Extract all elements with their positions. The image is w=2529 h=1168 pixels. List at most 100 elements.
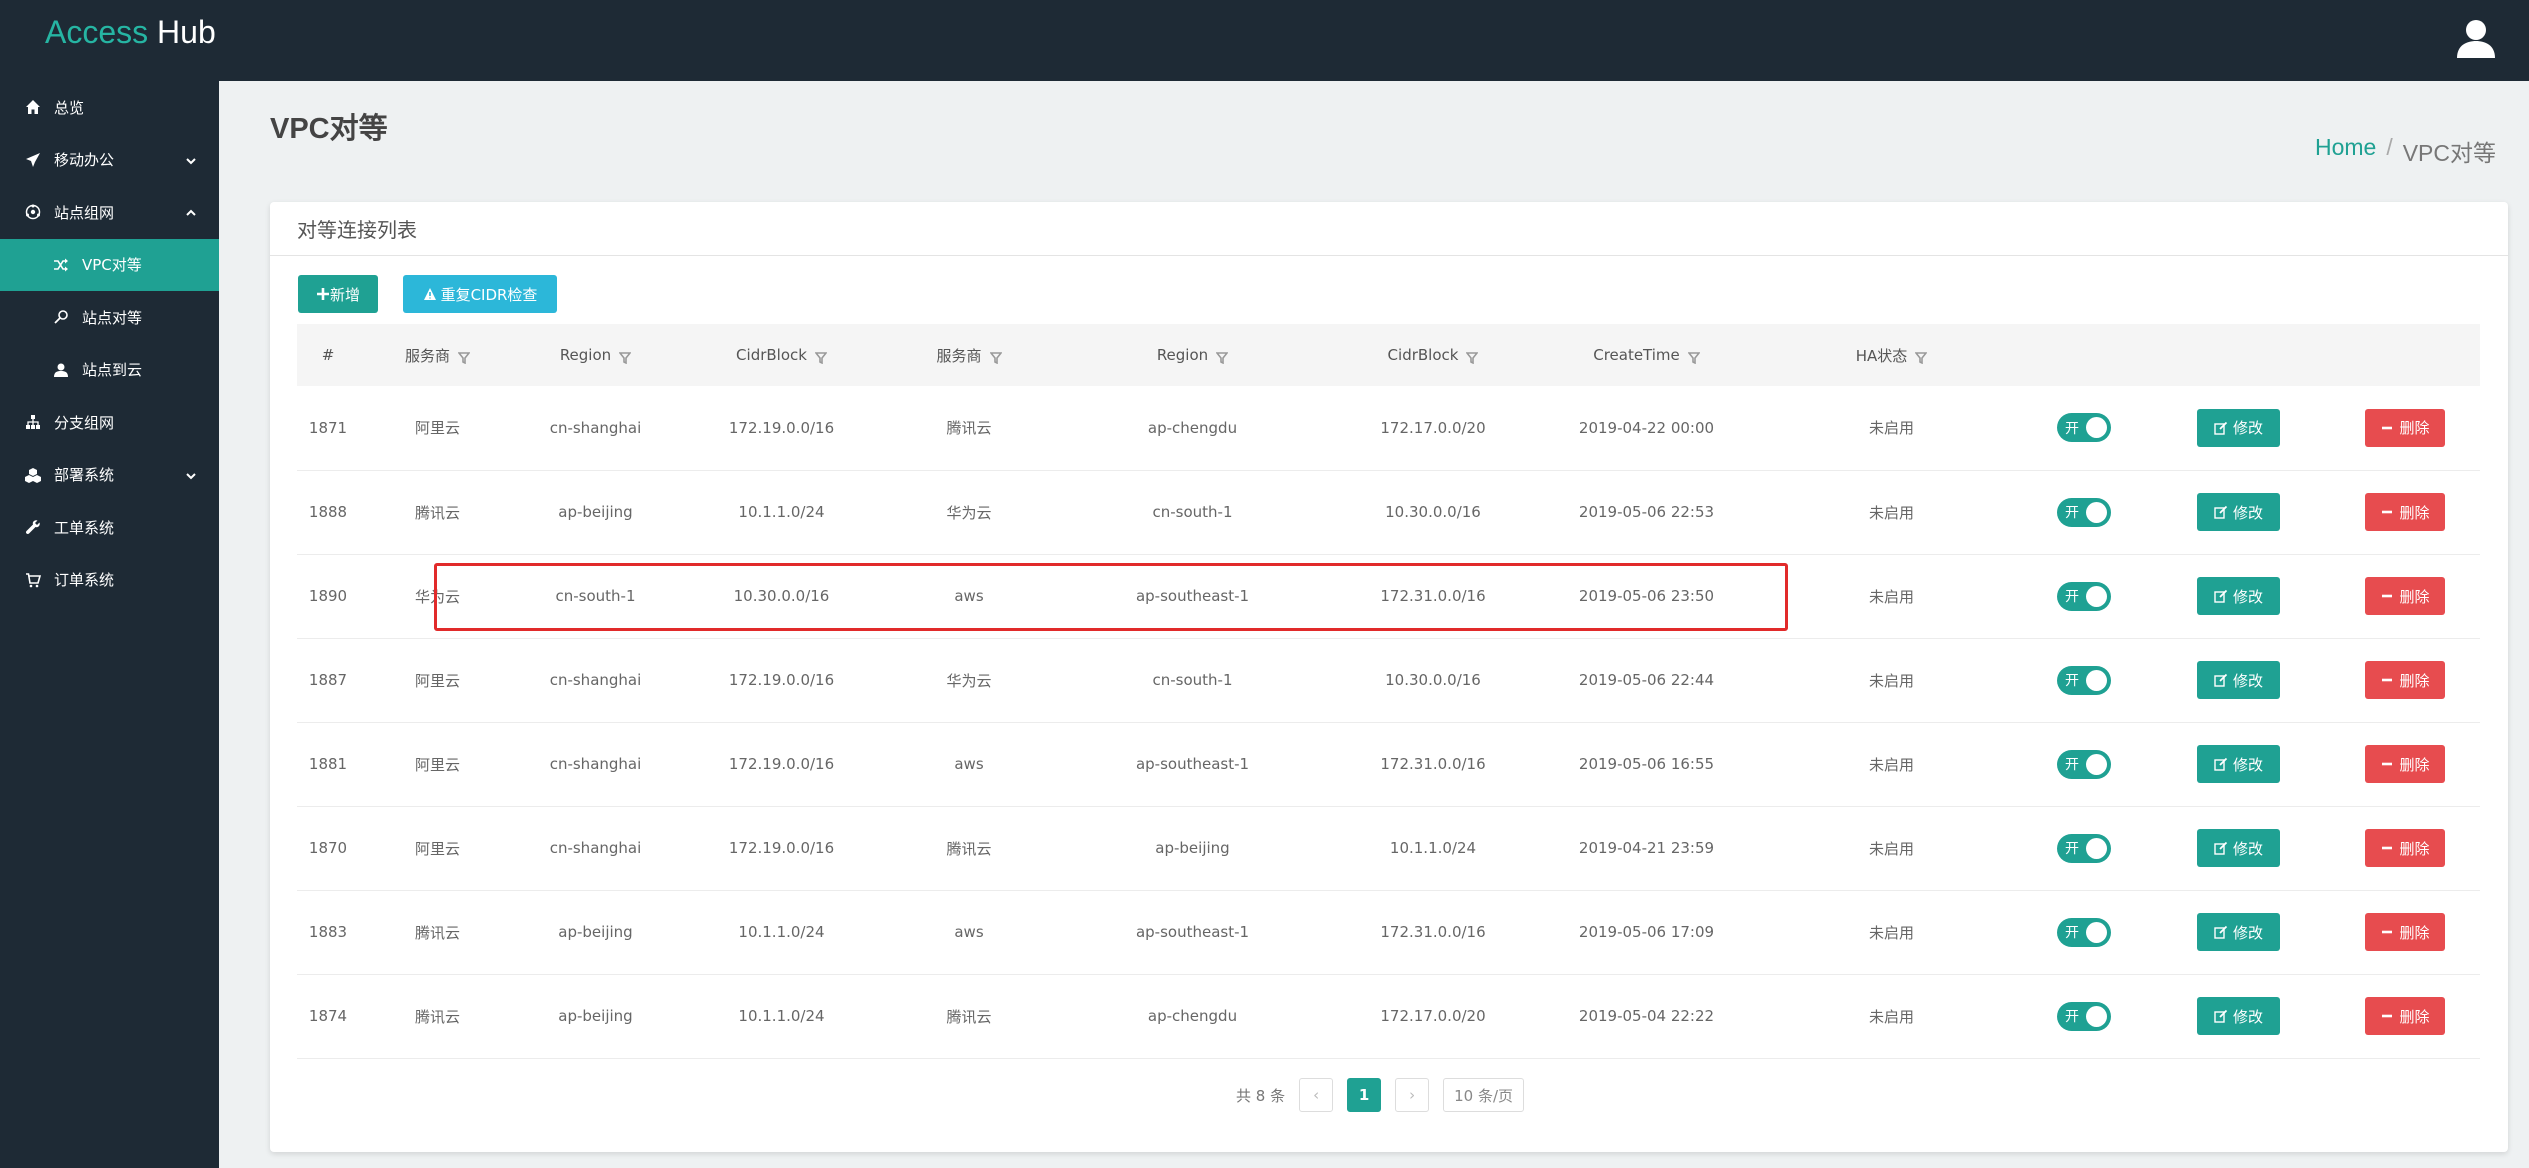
- filter-icon[interactable]: [1914, 350, 1928, 365]
- duplicate-cidr-check-button[interactable]: 重复CIDR检查: [403, 275, 557, 313]
- sidebar-item-4[interactable]: 站点对等: [0, 291, 219, 344]
- filter-icon[interactable]: [1687, 350, 1701, 364]
- filter-icon[interactable]: [1465, 350, 1480, 364]
- edit-button[interactable]: 修改: [2197, 408, 2280, 447]
- table-cell: 未启用: [1868, 503, 1914, 522]
- edit-button[interactable]: 修改: [2197, 997, 2280, 1035]
- table-cell: 172.17.0.0/20: [1380, 1007, 1486, 1025]
- edit-label: 修改: [2232, 1007, 2263, 1026]
- sidebar-item-3[interactable]: VPC对等: [0, 238, 219, 291]
- delete-cell: 删除: [2330, 806, 2480, 890]
- minus-icon: [2382, 762, 2393, 766]
- toggle-label: 开: [2065, 673, 2079, 689]
- sidebar-item-0[interactable]: 总览: [0, 81, 219, 134]
- pagination-page-1[interactable]: 1: [1347, 1078, 1382, 1112]
- edit-button[interactable]: 修改: [2197, 577, 2280, 615]
- table-cell: 华为云: [946, 671, 992, 690]
- edit-button[interactable]: 修改: [2197, 745, 2280, 783]
- toggle-knob: [2086, 753, 2107, 775]
- table-cell: 172.19.0.0/16: [728, 755, 835, 773]
- column-header-5[interactable]: Region: [1050, 324, 1335, 386]
- filter-icon[interactable]: [988, 350, 1003, 365]
- edit-label: 修改: [2232, 419, 2263, 438]
- table-cell: 172.31.0.0/16: [1380, 923, 1486, 941]
- filter-icon[interactable]: [618, 350, 632, 364]
- column-header-6[interactable]: CidrBlock: [1335, 324, 1531, 386]
- page-size-select[interactable]: 10 条/页: [1443, 1078, 1525, 1112]
- table-cell: 腾讯云: [414, 923, 460, 942]
- upload-icon: [52, 361, 70, 379]
- ha-toggle-switch[interactable]: 开: [2057, 413, 2111, 443]
- sidebar-item-label: VPC对等: [82, 256, 142, 275]
- edit-button[interactable]: 修改: [2197, 829, 2280, 867]
- table-cell: 1871: [308, 418, 348, 437]
- ha-toggle-switch[interactable]: 开: [2057, 665, 2111, 695]
- breadcrumb-current: VPC对等: [2402, 140, 2496, 166]
- sidebar-item-1[interactable]: 移动办公: [0, 134, 219, 187]
- table-cell: 华为云: [414, 587, 460, 606]
- delete-button[interactable]: 删除: [2365, 745, 2445, 783]
- sidebar-item-2[interactable]: 站点组网: [0, 186, 219, 239]
- table-header-row: # 服务商 Region CidrBlock 服务商 Region CidrBlock Cre…: [297, 324, 2480, 386]
- table-row: 1888 腾讯云 ap-beijing 10.1.1.0/24 华为云 cn-south-…: [297, 470, 2480, 554]
- delete-button[interactable]: 删除: [2365, 493, 2445, 531]
- delete-label: 删除: [2399, 755, 2430, 774]
- warning-icon: [423, 288, 436, 300]
- ha-toggle-switch[interactable]: 开: [2057, 1001, 2111, 1031]
- sidebar-item-8[interactable]: 工单系统: [0, 501, 219, 554]
- pagination-prev-button[interactable]: ‹: [1299, 1078, 1334, 1112]
- sidebar-item-6[interactable]: 分支组网: [0, 396, 219, 449]
- column-header-4[interactable]: 服务商: [888, 324, 1050, 386]
- add-button[interactable]: 新增: [298, 275, 378, 313]
- ha-toggle-switch[interactable]: 开: [2057, 581, 2111, 611]
- plane-icon: [24, 151, 42, 169]
- delete-button[interactable]: 删除: [2365, 661, 2445, 699]
- toggle-label: 开: [2065, 757, 2079, 773]
- table-cell: cn-south-1: [555, 587, 636, 605]
- minus-icon: [2382, 678, 2393, 682]
- page-title: VPC对等: [270, 113, 388, 145]
- filter-icon[interactable]: [1215, 350, 1229, 364]
- delete-button[interactable]: 删除: [2365, 829, 2445, 867]
- edit-button[interactable]: 修改: [2197, 661, 2280, 699]
- column-header-3[interactable]: CidrBlock: [675, 324, 888, 386]
- ha-toggle-switch[interactable]: 开: [2057, 497, 2111, 527]
- filter-icon[interactable]: [814, 350, 828, 364]
- column-header-1[interactable]: 服务商: [359, 324, 516, 386]
- column-header-8[interactable]: HA状态: [1762, 324, 2021, 386]
- ha-toggle-switch[interactable]: 开: [2057, 917, 2111, 947]
- edit-label: 修改: [2232, 587, 2263, 606]
- column-header-2[interactable]: Region: [516, 324, 675, 386]
- chevron-up-icon: [185, 205, 199, 219]
- toggle-cell: 开: [2021, 974, 2147, 1058]
- column-header-label: HA状态: [1855, 346, 1908, 365]
- delete-button[interactable]: 删除: [2365, 913, 2445, 951]
- table-cell: 10.30.0.0/16: [1385, 503, 1481, 521]
- user-avatar-icon[interactable]: [2455, 18, 2497, 60]
- toggle-label: 开: [2065, 505, 2079, 521]
- delete-button[interactable]: 删除: [2365, 997, 2445, 1035]
- top-bar: Access Hub: [0, 0, 2529, 81]
- breadcrumb-separator: /: [2386, 134, 2393, 160]
- breadcrumb-home-link[interactable]: Home: [2315, 134, 2376, 168]
- ha-toggle-switch[interactable]: 开: [2057, 833, 2111, 863]
- sidebar-item-label: 移动办公: [54, 151, 115, 170]
- edit-label: 修改: [2232, 503, 2263, 522]
- sidebar-item-label: 站点对等: [82, 308, 143, 327]
- table-cell: 阿里云: [414, 755, 460, 774]
- toggle-knob: [2086, 669, 2107, 691]
- delete-button[interactable]: 删除: [2365, 577, 2445, 615]
- sidebar-item-5[interactable]: 站点到云: [0, 344, 219, 397]
- delete-button[interactable]: 删除: [2365, 408, 2445, 447]
- ha-toggle-switch[interactable]: 开: [2057, 749, 2111, 779]
- sidebar-item-7[interactable]: 部署系统: [0, 449, 219, 502]
- brand-logo[interactable]: Access Hub: [45, 14, 216, 51]
- wrench-icon: [24, 518, 42, 536]
- pagination-next-button[interactable]: ›: [1395, 1078, 1430, 1112]
- table-cell: 腾讯云: [946, 839, 992, 858]
- column-header-7[interactable]: CreateTime: [1531, 324, 1762, 386]
- edit-button[interactable]: 修改: [2197, 493, 2280, 531]
- sidebar-item-9[interactable]: 订单系统: [0, 554, 219, 607]
- filter-icon[interactable]: [457, 350, 471, 365]
- edit-button[interactable]: 修改: [2197, 913, 2280, 951]
